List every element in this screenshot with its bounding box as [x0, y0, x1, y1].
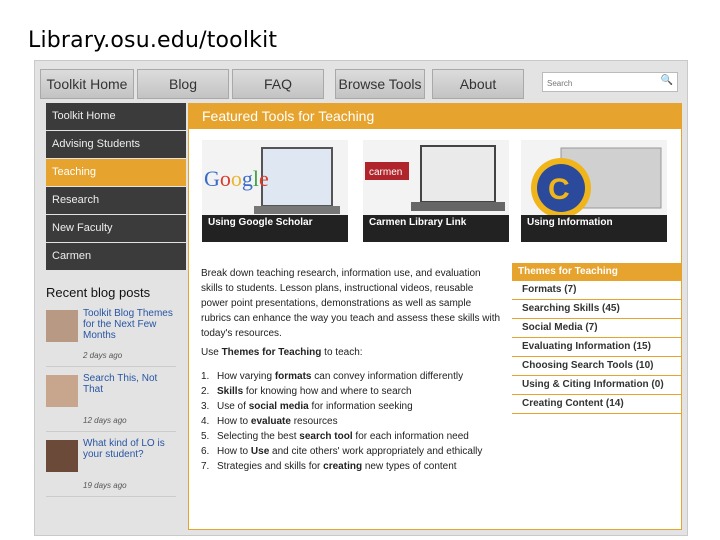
blog-post-link[interactable]: Search This, Not That: [83, 373, 173, 395]
step-number: 2.: [201, 386, 210, 397]
blog-post-age: 19 days ago: [83, 481, 127, 490]
list-item: 3. Use of social media for information se…: [201, 399, 501, 414]
step-number: 1.: [201, 371, 210, 382]
svg-text:Google: Google: [204, 166, 269, 191]
step-number: 5.: [201, 431, 210, 442]
featured-heading: Featured Tools for Teaching: [189, 104, 681, 129]
sidebar-item-carmen[interactable]: Carmen: [46, 243, 186, 270]
step-keyword: Skills: [217, 386, 244, 397]
tile-caption: Using Google Scholar: [202, 215, 348, 242]
teaching-steps: 1. How varying formats can convey informa…: [201, 369, 501, 474]
blog-post: Search This, Not That 12 days ago: [46, 373, 176, 432]
themes-for-teaching-panel: Themes for Teaching Formats (7) Searchin…: [512, 263, 681, 414]
blog-post-age: 2 days ago: [83, 351, 123, 360]
author-avatar: [46, 310, 78, 342]
step-keyword: formats: [274, 371, 312, 382]
sidebar-item-advising-students[interactable]: Advising Students: [46, 131, 186, 158]
featured-tile-google-scholar[interactable]: Google Using Google Scholar: [202, 140, 348, 242]
step-text: Strategies and skills for: [217, 461, 324, 472]
theme-link-using-citing-information[interactable]: Using & Citing Information (0): [512, 376, 681, 395]
use-prefix: Use: [201, 347, 222, 358]
list-item: 7. Strategies and skills for creating new…: [201, 459, 501, 474]
step-text: How to: [217, 446, 251, 457]
slide-title: Library.osu.edu/toolkit: [28, 28, 278, 53]
step-text: resources: [290, 416, 338, 427]
tab-browse-tools[interactable]: Browse Tools: [335, 69, 425, 99]
step-text: and cite others' work appropriately and …: [269, 446, 483, 457]
step-text: new types of content: [362, 461, 457, 472]
svg-text:carmen: carmen: [369, 167, 402, 178]
author-avatar: [46, 375, 78, 407]
use-suffix: to teach:: [321, 347, 363, 358]
list-item: 1. How varying formats can convey informa…: [201, 369, 501, 384]
step-number: 3.: [201, 401, 210, 412]
blog-heading: Recent blog posts: [46, 285, 151, 300]
blog-post: What kind of LO is your student? 19 days…: [46, 438, 176, 497]
tile-caption: Using Information: [521, 215, 667, 242]
tab-faq[interactable]: FAQ: [232, 69, 324, 99]
step-number: 6.: [201, 446, 210, 457]
featured-tile-using-information[interactable]: C Using Information: [521, 140, 667, 242]
step-text: Use of: [217, 401, 249, 412]
search-icon[interactable]: 🔍: [661, 75, 673, 86]
featured-tile-carmen[interactable]: carmen Carmen Library Link: [363, 140, 509, 242]
step-text: How varying: [217, 371, 275, 382]
theme-link-searching-skills[interactable]: Searching Skills (45): [512, 300, 681, 319]
step-text: Selecting the best: [217, 431, 300, 442]
tile-caption: Carmen Library Link: [363, 215, 509, 242]
tab-toolkit-home[interactable]: Toolkit Home: [40, 69, 134, 99]
step-keyword: evaluate: [250, 416, 291, 427]
sidebar-item-teaching[interactable]: Teaching: [46, 159, 186, 186]
step-keyword: Use: [250, 446, 270, 457]
step-text: for each information need: [352, 431, 469, 442]
tab-about[interactable]: About: [432, 69, 524, 99]
blog-post-link[interactable]: What kind of LO is your student?: [83, 438, 173, 460]
author-avatar: [46, 440, 78, 472]
blog-post: Toolkit Blog Themes for the Next Few Mon…: [46, 308, 176, 367]
sidebar-item-toolkit-home[interactable]: Toolkit Home: [46, 103, 186, 130]
step-keyword: search tool: [299, 431, 353, 442]
step-keyword: social media: [248, 401, 309, 412]
themes-heading: Themes for Teaching: [512, 263, 681, 281]
tab-blog[interactable]: Blog: [137, 69, 229, 99]
blog-post-link[interactable]: Toolkit Blog Themes for the Next Few Mon…: [83, 308, 173, 341]
theme-link-social-media[interactable]: Social Media (7): [512, 319, 681, 338]
main-content: Featured Tools for Teaching Google Using…: [188, 103, 682, 530]
recent-blog-posts: Recent blog posts Toolkit Blog Themes fo…: [46, 285, 176, 503]
search-box: 🔍: [542, 72, 678, 92]
step-text: for knowing how and where to search: [243, 386, 412, 397]
search-input[interactable]: [543, 75, 661, 92]
step-text: can convey information differently: [311, 371, 464, 382]
list-item: 2. Skills for knowing how and where to se…: [201, 384, 501, 399]
list-item: 4. How to evaluate resources: [201, 414, 501, 429]
sidebar-item-research[interactable]: Research: [46, 187, 186, 214]
step-number: 4.: [201, 416, 210, 427]
blog-post-age: 12 days ago: [83, 416, 127, 425]
theme-link-evaluating-information[interactable]: Evaluating Information (15): [512, 338, 681, 357]
use-themes-link[interactable]: Themes for Teaching: [222, 347, 322, 358]
svg-text:C: C: [548, 173, 570, 206]
step-text: for information seeking: [308, 401, 413, 412]
use-themes-line: Use Themes for Teaching to teach:: [201, 347, 363, 358]
list-item: 6. How to Use and cite others' work appro…: [201, 444, 501, 459]
list-item: 5. Selecting the best search tool for eac…: [201, 429, 501, 444]
theme-link-choosing-search-tools[interactable]: Choosing Search Tools (10): [512, 357, 681, 376]
step-text: How to: [217, 416, 251, 427]
teaching-description: Break down teaching research, informatio…: [201, 268, 501, 339]
theme-link-creating-content[interactable]: Creating Content (14): [512, 395, 681, 414]
theme-link-formats[interactable]: Formats (7): [512, 281, 681, 300]
step-keyword: creating: [323, 461, 363, 472]
step-number: 7.: [201, 461, 210, 472]
sidebar-item-new-faculty[interactable]: New Faculty: [46, 215, 186, 242]
sidebar: Toolkit Home Advising Students Teaching …: [46, 103, 186, 271]
